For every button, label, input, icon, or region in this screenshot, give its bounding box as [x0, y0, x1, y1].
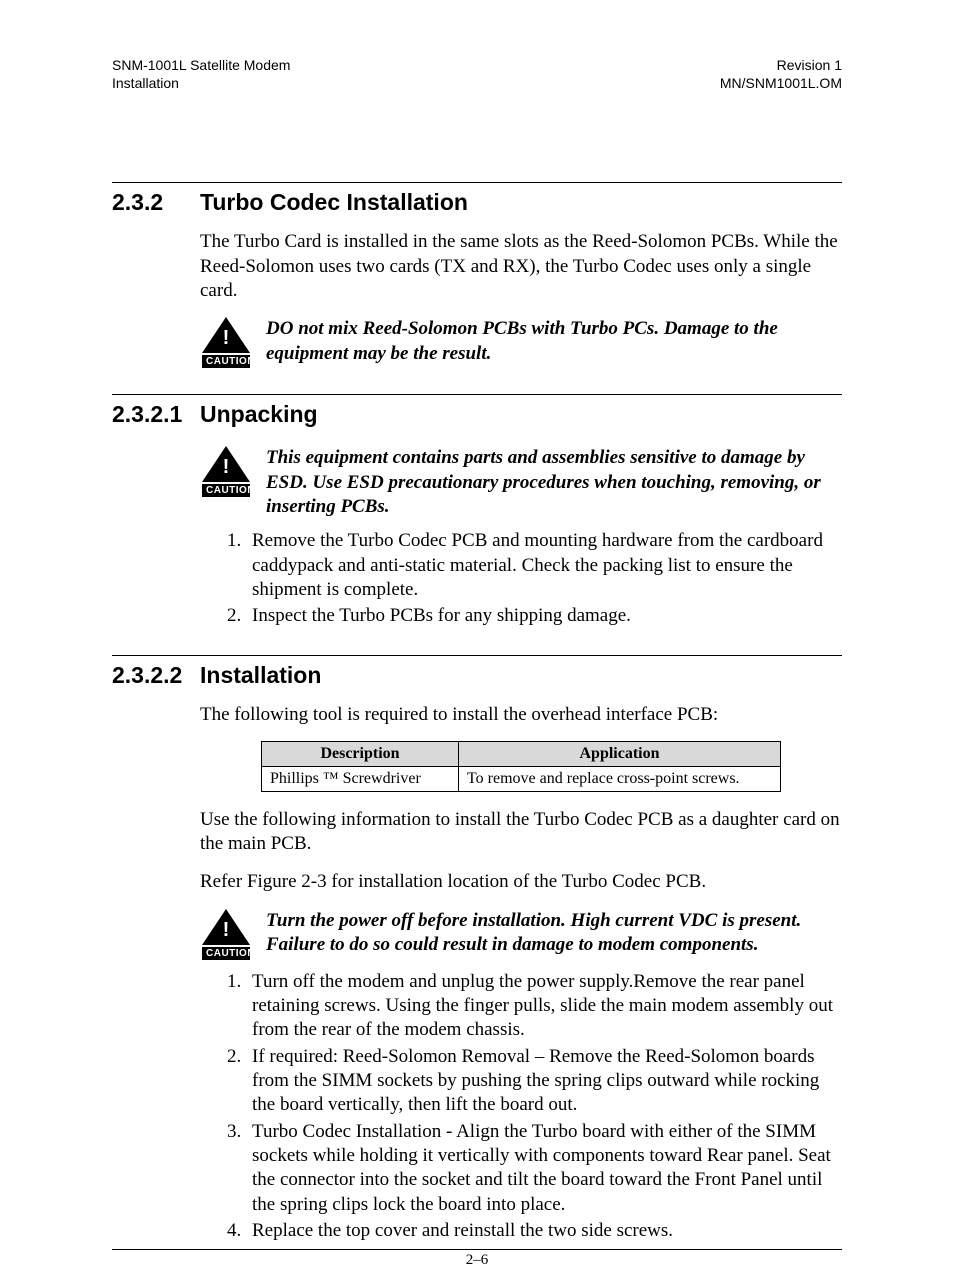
- tool-table: Description Application Phillips ™ Screw…: [261, 741, 781, 792]
- section-number: 2.3.2: [112, 189, 200, 216]
- paragraph: The following tool is required to instal…: [200, 703, 842, 727]
- page-header: SNM-1001L Satellite Modem Installation R…: [112, 56, 842, 92]
- header-section: Installation: [112, 74, 290, 92]
- installation-steps: Turn off the modem and unplug the power …: [200, 970, 842, 1243]
- list-item: Turbo Codec Installation - Align the Tur…: [246, 1120, 842, 1217]
- paragraph: The Turbo Card is installed in the same …: [200, 230, 842, 303]
- section-2-3-2-2: 2.3.2.2 Installation The following tool …: [112, 655, 842, 1244]
- list-item: Remove the Turbo Codec PCB and mounting …: [246, 529, 842, 602]
- list-item: Turn off the modem and unplug the power …: [246, 970, 842, 1043]
- caution-icon: CAUTION: [200, 446, 252, 497]
- unpacking-steps: Remove the Turbo Codec PCB and mounting …: [200, 529, 842, 628]
- list-item: If required: Reed-Solomon Removal – Remo…: [246, 1045, 842, 1118]
- section-2-3-2: 2.3.2 Turbo Codec Installation The Turbo…: [112, 182, 842, 368]
- paragraph: Use the following information to install…: [200, 808, 842, 857]
- table-header: Application: [459, 741, 781, 766]
- footer-rule: [112, 1249, 842, 1250]
- table-cell: To remove and replace cross-point screws…: [459, 766, 781, 791]
- list-item: Inspect the Turbo PCBs for any shipping …: [246, 604, 842, 628]
- caution-block: CAUTION DO not mix Reed-Solomon PCBs wit…: [200, 317, 842, 368]
- table-row: Phillips ™ Screwdriver To remove and rep…: [262, 766, 781, 791]
- section-title: Unpacking: [200, 401, 318, 428]
- page: SNM-1001L Satellite Modem Installation R…: [0, 0, 954, 1235]
- caution-label: CAUTION: [202, 484, 250, 497]
- caution-text: DO not mix Reed-Solomon PCBs with Turbo …: [266, 317, 842, 366]
- section-2-3-2-1: 2.3.2.1 Unpacking CAUTION This equipment…: [112, 394, 842, 628]
- caution-text: Turn the power off before installation. …: [266, 909, 842, 958]
- header-docnum: MN/SNM1001L.OM: [720, 74, 842, 92]
- caution-icon: CAUTION: [200, 317, 252, 368]
- section-number: 2.3.2.2: [112, 662, 200, 689]
- caution-label: CAUTION: [202, 947, 250, 960]
- section-number: 2.3.2.1: [112, 401, 200, 428]
- header-revision: Revision 1: [720, 56, 842, 74]
- caution-text: This equipment contains parts and assemb…: [266, 446, 842, 519]
- caution-icon: CAUTION: [200, 909, 252, 960]
- caution-block: CAUTION This equipment contains parts an…: [200, 446, 842, 519]
- table-cell: Phillips ™ Screwdriver: [262, 766, 459, 791]
- section-title: Installation: [200, 662, 321, 689]
- page-number: 2–6: [112, 1252, 842, 1269]
- list-item: Replace the top cover and reinstall the …: [246, 1219, 842, 1243]
- paragraph: Refer Figure 2-3 for installation locati…: [200, 870, 842, 894]
- header-product: SNM-1001L Satellite Modem: [112, 56, 290, 74]
- caution-block: CAUTION Turn the power off before instal…: [200, 909, 842, 960]
- caution-label: CAUTION: [202, 355, 250, 368]
- table-header: Description: [262, 741, 459, 766]
- section-title: Turbo Codec Installation: [200, 189, 468, 216]
